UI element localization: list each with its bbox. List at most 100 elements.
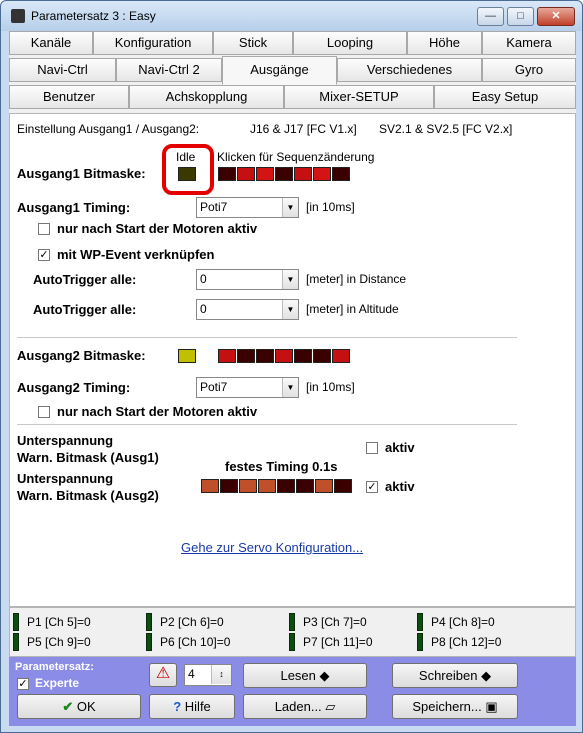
- ausgang1-timing-value: Poti7: [200, 200, 228, 214]
- read-button[interactable]: Lesen ◆: [243, 663, 367, 688]
- fixed-timing-label: festes Timing 0.1s: [225, 459, 338, 474]
- tab-kamera[interactable]: Kamera: [482, 31, 576, 55]
- bitmask-bit[interactable]: [220, 479, 238, 493]
- autotrigger-altitude-label: AutoTrigger alle:: [33, 302, 137, 317]
- ausgang1-only-motors-checkbox[interactable]: [38, 223, 50, 235]
- minimize-button[interactable]: —: [477, 7, 504, 26]
- title-bar: Parametersatz 3 : Easy — □ ✕: [1, 1, 582, 31]
- tab-stick[interactable]: Stick: [213, 31, 293, 55]
- bitmask-bit[interactable]: [313, 167, 331, 181]
- aktiv2-checkbox[interactable]: ✓: [366, 481, 378, 493]
- servo-config-link[interactable]: Gehe zur Servo Konfiguration...: [181, 540, 363, 555]
- status-led: [417, 613, 423, 631]
- ausgang2-timing-value: Poti7: [200, 380, 228, 394]
- chevron-down-icon: ▼: [282, 270, 298, 289]
- bitmask-bit[interactable]: [218, 167, 236, 181]
- status-p6: P6 [Ch 10]=0: [160, 635, 231, 649]
- spinner-arrows-icon[interactable]: ↕: [211, 665, 231, 684]
- bitmask-bit[interactable]: [237, 167, 255, 181]
- divider: [17, 424, 517, 425]
- close-button[interactable]: ✕: [537, 7, 575, 26]
- status-led: [146, 633, 152, 651]
- ausgang2-idle-swatch[interactable]: [178, 349, 196, 363]
- help-button[interactable]: ? Hilfe: [149, 694, 235, 719]
- status-led: [289, 633, 295, 651]
- tab-konfiguration[interactable]: Konfiguration: [93, 31, 213, 55]
- status-led: [13, 633, 19, 651]
- tab-verschiedenes[interactable]: Verschiedenes: [337, 58, 482, 82]
- load-button[interactable]: Laden... ▱: [243, 694, 367, 719]
- warn-bitmask-ausg1-label: Warn. Bitmask (Ausg1): [17, 450, 159, 465]
- ausgang2-bitmask-label: Ausgang2 Bitmaske:: [17, 348, 146, 363]
- bitmask-bit[interactable]: [258, 479, 276, 493]
- bitmask-bit[interactable]: [315, 479, 333, 493]
- chevron-down-icon: ▼: [282, 198, 298, 217]
- tab-benutzer[interactable]: Benutzer: [9, 85, 129, 109]
- expert-checkbox[interactable]: ✓: [17, 678, 29, 690]
- autotrigger-altitude-select[interactable]: 0 ▼: [196, 299, 299, 320]
- bitmask-bit[interactable]: [294, 167, 312, 181]
- tab-kanaele[interactable]: Kanäle: [9, 31, 93, 55]
- tab-achskopplung[interactable]: Achskopplung: [129, 85, 284, 109]
- tab-navi-ctrl-2[interactable]: Navi-Ctrl 2: [116, 58, 222, 82]
- aktiv1-label: aktiv: [385, 440, 415, 455]
- tab-mixer-setup[interactable]: Mixer-SETUP: [284, 85, 434, 109]
- ok-button-label: OK: [76, 699, 96, 714]
- bitmask-bit[interactable]: [332, 349, 350, 363]
- bitmask-bit[interactable]: [313, 349, 331, 363]
- write-button-label: Schreiben: [418, 668, 478, 683]
- bitmask-bit[interactable]: [296, 479, 314, 493]
- write-icon: ◆: [481, 668, 492, 683]
- aktiv1-checkbox[interactable]: [366, 442, 378, 454]
- bitmask-bit[interactable]: [277, 479, 295, 493]
- info-fc-v2: SV2.1 & SV2.5 [FC V2.x]: [379, 122, 513, 136]
- read-button-label: Lesen: [280, 668, 316, 683]
- tab-looping[interactable]: Looping: [293, 31, 407, 55]
- tab-gyro[interactable]: Gyro: [482, 58, 576, 82]
- wp-event-label: mit WP-Event verknüpfen: [57, 247, 215, 262]
- bitmask-bit[interactable]: [256, 349, 274, 363]
- tab-easy-setup[interactable]: Easy Setup: [434, 85, 576, 109]
- ausgang1-bitmask-label: Ausgang1 Bitmaske:: [17, 166, 146, 181]
- warn-bitmask-ausg2-label: Warn. Bitmask (Ausg2): [17, 488, 159, 503]
- ausgang2-timing-select[interactable]: Poti7 ▼: [196, 377, 299, 398]
- bitmask-bit[interactable]: [256, 167, 274, 181]
- undervoltage-label-1: Unterspannung: [17, 433, 114, 448]
- status-p8: P8 [Ch 12]=0: [431, 635, 502, 649]
- autotrigger-distance-select[interactable]: 0 ▼: [196, 269, 299, 290]
- status-p5: P5 [Ch 9]=0: [27, 635, 91, 649]
- ausgang1-timing-label: Ausgang1 Timing:: [17, 200, 131, 215]
- ok-button[interactable]: ✔ OK: [17, 694, 141, 719]
- chevron-down-icon: ▼: [282, 378, 298, 397]
- tab-ausgaenge[interactable]: Ausgänge: [222, 56, 337, 85]
- status-led: [146, 613, 152, 631]
- warning-icon[interactable]: ⚠: [149, 663, 177, 687]
- autotrigger-distance-label: AutoTrigger alle:: [33, 272, 137, 287]
- tab-hoehe[interactable]: Höhe: [407, 31, 482, 55]
- undervoltage-label-2: Unterspannung: [17, 471, 114, 486]
- bitmask-bit[interactable]: [332, 167, 350, 181]
- bitmask-bit[interactable]: [201, 479, 219, 493]
- floppy-disk-icon: ▣: [485, 699, 498, 714]
- bitmask-bit[interactable]: [218, 349, 236, 363]
- status-p1: P1 [Ch 5]=0: [27, 615, 91, 629]
- autotrigger-distance-unit: [meter] in Distance: [306, 272, 407, 286]
- save-button-label: Speichern...: [412, 699, 482, 714]
- bitmask-bit[interactable]: [239, 479, 257, 493]
- maximize-button[interactable]: □: [507, 7, 534, 26]
- ausgang1-timing-select[interactable]: Poti7 ▼: [196, 197, 299, 218]
- wp-event-checkbox[interactable]: ✓: [38, 249, 50, 261]
- param-set-spinner[interactable]: 4 ↕: [184, 664, 232, 686]
- tab-navi-ctrl[interactable]: Navi-Ctrl: [9, 58, 116, 82]
- ausgang2-timing-label: Ausgang2 Timing:: [17, 380, 131, 395]
- save-button[interactable]: Speichern... ▣: [392, 694, 518, 719]
- bitmask-bit[interactable]: [237, 349, 255, 363]
- ausgang2-only-motors-checkbox[interactable]: [38, 406, 50, 418]
- bitmask-bit[interactable]: [275, 349, 293, 363]
- bitmask-bit[interactable]: [294, 349, 312, 363]
- bitmask-bit[interactable]: [275, 167, 293, 181]
- status-p2: P2 [Ch 6]=0: [160, 615, 224, 629]
- expert-label: Experte: [35, 676, 80, 690]
- write-button[interactable]: Schreiben ◆: [392, 663, 518, 688]
- bitmask-bit[interactable]: [334, 479, 352, 493]
